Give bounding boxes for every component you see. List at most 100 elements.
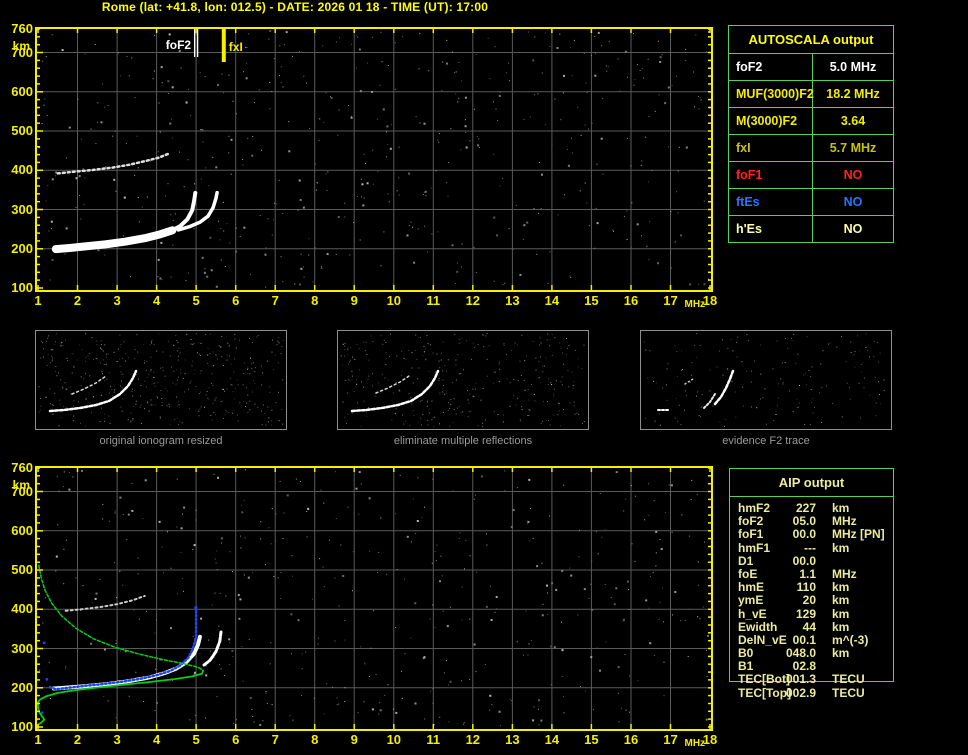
- noise-dot: [395, 413, 396, 414]
- noise-dot: [96, 358, 97, 359]
- noise-dot: [162, 279, 163, 280]
- noise-dot: [489, 710, 490, 711]
- noise-dot: [232, 656, 233, 657]
- noise-dot: [259, 89, 260, 90]
- noise-dot: [162, 547, 163, 548]
- noise-dot: [321, 268, 322, 269]
- fof2-marker-label: foF2: [166, 38, 191, 52]
- noise-dot: [478, 425, 479, 426]
- noise-dot: [391, 124, 392, 125]
- noise-dot: [552, 334, 553, 335]
- noise-dot: [534, 208, 535, 209]
- noise-dot: [363, 387, 364, 388]
- noise-dot: [475, 495, 476, 496]
- noise-dot: [218, 221, 219, 222]
- noise-dot: [551, 684, 552, 685]
- noise-dot: [321, 490, 322, 491]
- noise-dot: [724, 426, 725, 427]
- noise-dot: [719, 351, 720, 352]
- noise-dot: [661, 548, 663, 550]
- noise-dot: [371, 336, 372, 337]
- noise-dot: [281, 572, 282, 573]
- noise-dot: [725, 419, 726, 420]
- noise-dot: [646, 246, 647, 247]
- noise-dot: [422, 355, 423, 356]
- noise-dot: [580, 686, 581, 687]
- noise-dot: [417, 378, 418, 379]
- noise-dot: [351, 44, 352, 45]
- noise-dot: [640, 70, 641, 71]
- noise-dot: [533, 341, 534, 342]
- noise-dot: [120, 75, 121, 76]
- noise-dot: [644, 519, 645, 520]
- noise-dot: [263, 404, 264, 405]
- noise-dot: [631, 485, 632, 486]
- noise-dot: [548, 378, 549, 379]
- noise-dot: [380, 709, 382, 711]
- noise-dot: [283, 86, 284, 87]
- noise-dot: [760, 398, 761, 399]
- noise-dot: [756, 407, 757, 408]
- noise-dot: [448, 721, 449, 722]
- noise-dot: [147, 377, 148, 378]
- noise-dot: [338, 216, 340, 218]
- noise-dot: [303, 207, 305, 209]
- noise-dot: [760, 345, 761, 346]
- noise-dot: [58, 425, 59, 426]
- noise-dot: [68, 489, 70, 491]
- noise-dot: [234, 334, 235, 335]
- noise-dot: [471, 359, 472, 360]
- noise-dot: [229, 136, 230, 137]
- noise-dot: [629, 712, 630, 713]
- noise-dot: [550, 425, 551, 426]
- noise-dot: [483, 335, 484, 336]
- noise-dot: [243, 401, 244, 402]
- noise-dot: [380, 32, 381, 33]
- noise-dot: [271, 91, 272, 92]
- noise-dot: [461, 412, 462, 413]
- noise-dot: [211, 383, 212, 384]
- noise-dot: [372, 150, 373, 151]
- noise-dot: [344, 346, 345, 347]
- noise-dot: [455, 283, 456, 284]
- noise-dot: [271, 420, 272, 421]
- noise-dot: [548, 283, 549, 284]
- noise-dot: [369, 676, 370, 677]
- noise-dot: [457, 102, 458, 103]
- noise-dot: [222, 401, 223, 402]
- noise-dot: [407, 536, 409, 538]
- noise-dot: [143, 701, 144, 702]
- noise-dot: [671, 484, 673, 486]
- noise-dot: [372, 708, 374, 710]
- x-axis-tick-label: 15: [578, 294, 604, 308]
- noise-dot: [247, 368, 248, 369]
- noise-dot: [486, 533, 487, 534]
- noise-dot: [483, 346, 484, 347]
- noise-dot: [153, 372, 154, 373]
- noise-dot: [548, 384, 549, 385]
- noise-dot: [279, 75, 280, 76]
- noise-dot: [460, 149, 461, 150]
- noise-dot: [560, 381, 561, 382]
- noise-dot: [671, 268, 672, 269]
- noise-dot: [51, 356, 52, 357]
- noise-dot: [499, 363, 500, 364]
- noise-dot: [194, 544, 196, 546]
- noise-dot: [403, 424, 404, 425]
- noise-dot: [262, 424, 263, 425]
- thumbnail-3: evidence F2 trace: [640, 330, 892, 447]
- noise-dot: [541, 208, 542, 209]
- thumbnail-caption: original ionogram resized: [35, 435, 287, 447]
- noise-dot: [90, 643, 92, 645]
- noise-dot: [118, 349, 119, 350]
- noise-dot: [395, 627, 396, 628]
- noise-dot: [97, 102, 98, 103]
- noise-dot: [391, 419, 392, 420]
- noise-dot: [129, 696, 130, 697]
- noise-dot: [864, 378, 865, 379]
- noise-dot: [398, 178, 399, 179]
- noise-dot: [242, 159, 243, 160]
- noise-dot: [208, 348, 209, 349]
- noise-dot: [487, 333, 488, 334]
- noise-dot: [590, 584, 591, 585]
